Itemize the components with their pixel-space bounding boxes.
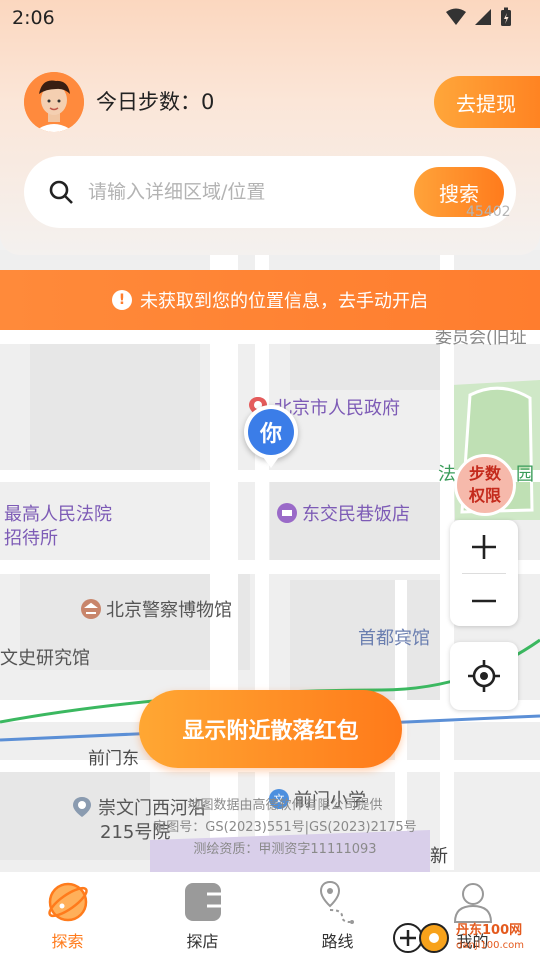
battery-icon [501, 7, 511, 26]
poi-supreme-court-hostel-line2: 招待所 [4, 528, 58, 549]
nav-label-explore: 探索 [51, 932, 84, 951]
nav-explore[interactable]: 探索 [0, 872, 135, 960]
explore-icon [47, 882, 88, 922]
poi-dongjiao-hotel[interactable]: 东交民巷饭店 [276, 500, 410, 526]
nav-shop[interactable]: 探店 [135, 872, 270, 960]
road-label-qianmen: 前门东 [88, 749, 139, 769]
today-steps: 今日步数：0 [96, 90, 215, 114]
steps-permission-label: 步数权限 [468, 464, 501, 505]
search-icon [49, 180, 73, 204]
crosshair-icon [468, 660, 500, 692]
marker-label: 你 [248, 409, 294, 455]
route-icon [319, 880, 354, 924]
hotel-icon [276, 502, 297, 524]
map-copyright: 地图数据由高德软件有限公司提供 审图号：GS(2023)551号|GS(2023… [153, 798, 417, 857]
avatar-icon [24, 72, 84, 132]
poi-garden-fragment: 园 [516, 464, 534, 485]
location-permission-banner[interactable]: ! 未获取到您的位置信息，去手动开启 [0, 270, 540, 330]
nav-label-route: 路线 [321, 932, 354, 951]
zoom-controls [450, 520, 518, 626]
search-bar: 搜索 [24, 156, 516, 228]
poi-police-museum[interactable]: 北京警察博物馆 [80, 596, 232, 622]
poi-new-fragment: 新 [430, 846, 448, 867]
status-time: 2:06 [12, 7, 55, 29]
poi-capital-hotel[interactable]: 首都宾馆 [358, 624, 430, 650]
signal-icon [475, 9, 491, 25]
zoom-in-button[interactable] [450, 520, 518, 573]
minus-icon [472, 599, 496, 602]
status-bar: 2:06 [0, 0, 540, 36]
header-panel: 2:06 今日步数：0 去提现 搜索 45402 [0, 0, 540, 255]
nav-label-shop: 探店 [186, 932, 219, 951]
plus-icon [472, 534, 496, 559]
poi-history-institute[interactable]: 文史研究馆 [0, 644, 90, 670]
location-banner-text: 未获取到您的位置信息，去手动开启 [140, 291, 428, 312]
shop-icon [184, 883, 221, 921]
watermark-logo [393, 923, 449, 953]
museum-icon [80, 598, 101, 620]
status-icons [446, 7, 512, 27]
show-redpackets-button[interactable]: 显示附近散落红包 [139, 690, 402, 768]
withdraw-button[interactable]: 去提现 [434, 76, 540, 128]
locate-me-button[interactable] [450, 642, 518, 710]
zoom-out-button[interactable] [450, 574, 518, 627]
search-input[interactable] [88, 181, 388, 203]
site-watermark: 丹东100网 danji100.com [392, 918, 540, 958]
watermark-text: 丹东100网 danji100.com [456, 923, 524, 951]
nav-route[interactable]: 路线 [270, 872, 405, 960]
user-avatar[interactable] [24, 72, 84, 132]
wifi-icon [446, 8, 466, 25]
map-partial-text: 45402 [466, 204, 511, 220]
current-location-marker[interactable]: 你 [244, 405, 298, 468]
poi-supreme-court-hostel[interactable]: 最高人民法院 [4, 500, 112, 526]
steps-permission-button[interactable]: 步数权限 [454, 454, 516, 516]
place-icon [72, 796, 92, 818]
warning-icon: ! [112, 290, 132, 310]
